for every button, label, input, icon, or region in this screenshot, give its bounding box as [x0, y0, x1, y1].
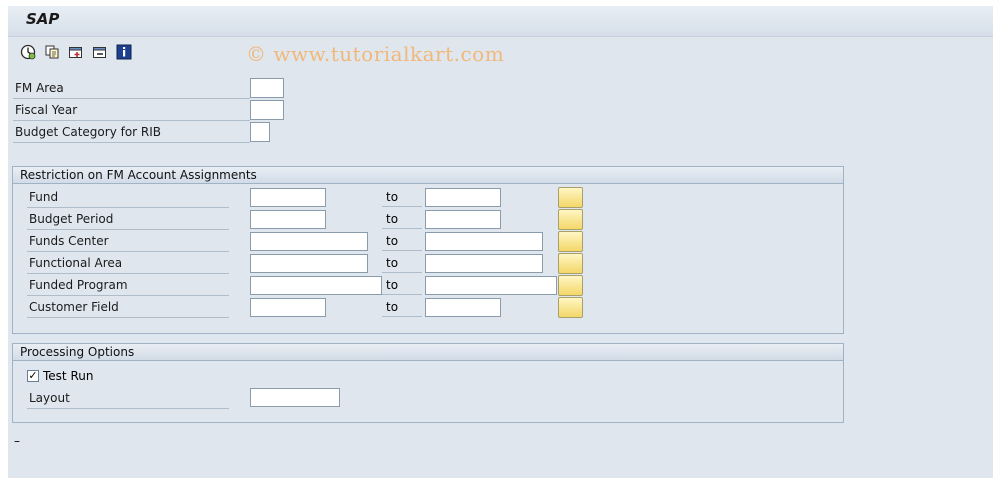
- fund-multiple-selection-button[interactable]: [558, 187, 583, 208]
- funds-center-from-input[interactable]: [250, 232, 368, 251]
- customer-field-label: Customer Field: [27, 297, 229, 318]
- functional-area-to-label: to: [382, 253, 422, 273]
- funds-center-to-label: to: [382, 231, 422, 251]
- test-run-checkbox[interactable]: ✓: [27, 370, 39, 382]
- processing-options-title: Processing Options: [13, 344, 843, 361]
- fund-to-label: to: [382, 187, 422, 207]
- checkmark-icon: ✓: [28, 369, 38, 382]
- layout-input[interactable]: [250, 388, 340, 407]
- budget-period-label: Budget Period: [27, 209, 229, 230]
- budget-period-to-label: to: [382, 209, 422, 229]
- title-bar: SAP: [8, 6, 993, 37]
- budget-category-input[interactable]: [250, 122, 270, 142]
- restriction-group-title: Restriction on FM Account Assignments: [13, 167, 843, 184]
- fund-label: Fund: [27, 187, 229, 208]
- info-icon[interactable]: [116, 44, 132, 60]
- customer-field-to-label: to: [382, 297, 422, 317]
- funds-center-label: Funds Center: [27, 231, 229, 252]
- customer-field-from-input[interactable]: [250, 298, 326, 317]
- restriction-group: Restriction on FM Account Assignments Fu…: [12, 166, 844, 334]
- fm-area-label: FM Area: [13, 78, 250, 99]
- budget-period-multiple-selection-button[interactable]: [558, 209, 583, 230]
- fiscal-year-label: Fiscal Year: [13, 100, 250, 121]
- customer-field-to-input[interactable]: [425, 298, 501, 317]
- fm-area-input[interactable]: [250, 78, 284, 98]
- funded-program-label: Funded Program: [27, 275, 229, 296]
- application-toolbar: © www.tutorialkart.com: [8, 37, 993, 71]
- watermark-text: © www.tutorialkart.com: [246, 42, 505, 66]
- budget-period-to-input[interactable]: [425, 210, 501, 229]
- functional-area-from-input[interactable]: [250, 254, 368, 273]
- window-title: SAP: [26, 10, 60, 28]
- functional-area-label: Functional Area: [27, 253, 229, 274]
- customer-field-multiple-selection-button[interactable]: [558, 297, 583, 318]
- funds-center-to-input[interactable]: [425, 232, 543, 251]
- fiscal-year-input[interactable]: [250, 100, 284, 120]
- selection-screen: FM Area Fiscal Year Budget Category for …: [8, 72, 993, 478]
- delete-selection-icon[interactable]: [92, 44, 108, 60]
- funds-center-multiple-selection-button[interactable]: [558, 231, 583, 252]
- status-indicator: –: [14, 434, 20, 448]
- functional-area-multiple-selection-button[interactable]: [558, 253, 583, 274]
- sap-window: SAP © www.tutorialkart.com FM Area Fisca…: [8, 6, 993, 478]
- budget-period-from-input[interactable]: [250, 210, 326, 229]
- funded-program-from-input[interactable]: [250, 276, 382, 295]
- funded-program-to-input[interactable]: [425, 276, 557, 295]
- functional-area-to-input[interactable]: [425, 254, 543, 273]
- test-run-label: Test Run: [43, 369, 94, 383]
- layout-label: Layout: [27, 388, 229, 409]
- processing-options-group: Processing Options ✓ Test Run Layout: [12, 343, 844, 423]
- funded-program-multiple-selection-button[interactable]: [558, 275, 583, 296]
- fund-to-input[interactable]: [425, 188, 501, 207]
- execute-icon[interactable]: [20, 44, 36, 60]
- copy-icon[interactable]: [44, 44, 60, 60]
- budget-category-label: Budget Category for RIB: [13, 122, 250, 143]
- fund-from-input[interactable]: [250, 188, 326, 207]
- funded-program-to-label: to: [382, 275, 422, 295]
- add-selection-icon[interactable]: [68, 44, 84, 60]
